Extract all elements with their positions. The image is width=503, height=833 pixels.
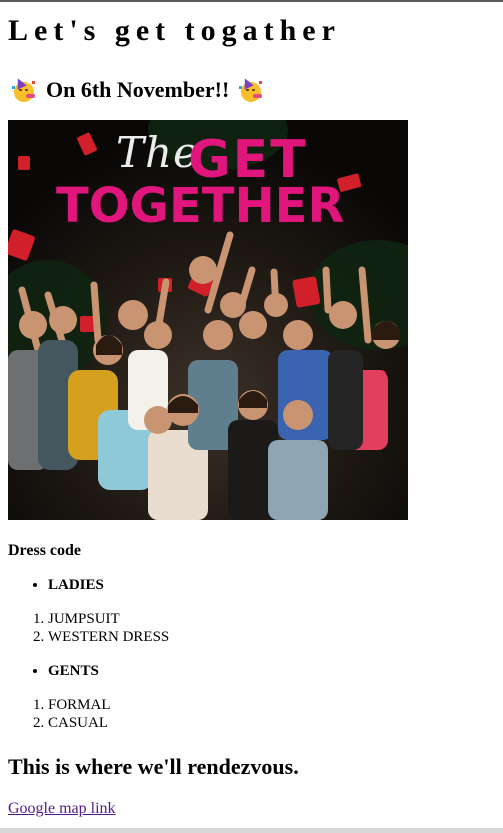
- page-content: Let's get togather On 6th November!! The…: [0, 14, 503, 818]
- list-item: JUMPSUIT: [48, 610, 495, 628]
- venue-heading: This is where we'll rendezvous.: [8, 754, 299, 779]
- poster-logo-the: The: [116, 128, 199, 177]
- google-map-link[interactable]: Google map link: [8, 800, 116, 818]
- partying-face-icon: [239, 76, 263, 102]
- list-item: FORMAL: [48, 696, 495, 714]
- poster-logo-together: TOGETHER: [56, 178, 345, 234]
- date-heading: On 6th November!!: [8, 76, 495, 104]
- ladies-category: LADIES: [8, 576, 495, 594]
- gents-dress-list: FORMAL CASUAL: [8, 696, 495, 732]
- date-heading-text: On 6th November!!: [46, 77, 230, 102]
- ladies-dress-list: JUMPSUIT WESTERN DRESS: [8, 610, 495, 646]
- list-item: CASUAL: [48, 714, 495, 732]
- gents-label: GENTS: [48, 662, 495, 680]
- event-poster-image: The GET TOGETHER: [8, 120, 408, 520]
- dress-code-heading: Dress code: [8, 542, 82, 559]
- ladies-label: LADIES: [48, 576, 495, 594]
- browser-viewport: Let's get togather On 6th November!! The…: [0, 0, 503, 833]
- gents-category: GENTS: [8, 662, 495, 680]
- list-item: WESTERN DRESS: [48, 628, 495, 646]
- partying-face-icon: [12, 76, 36, 102]
- page-title: Let's get togather: [8, 14, 341, 47]
